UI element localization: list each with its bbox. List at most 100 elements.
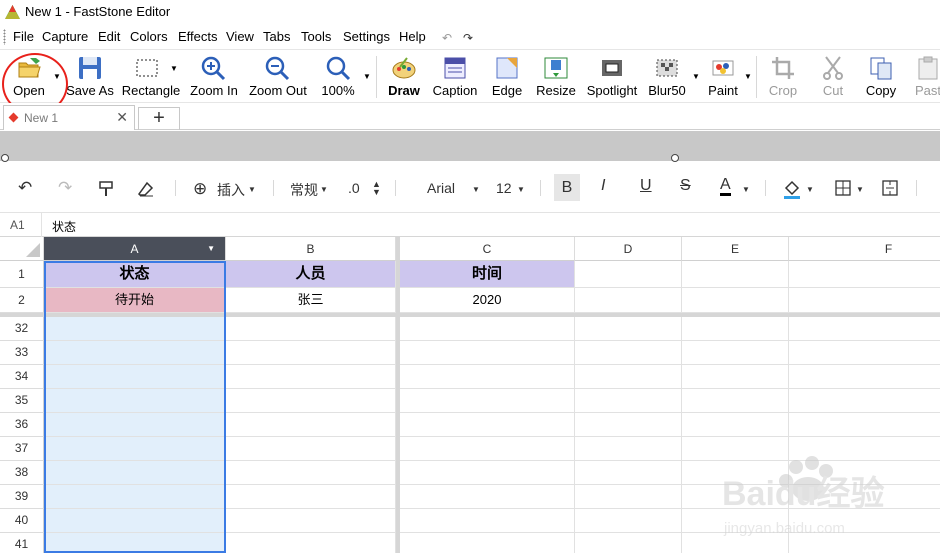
sheet-redo-icon[interactable]: ↷ [58,178,72,198]
cell-e2[interactable] [682,288,789,313]
cell-a[interactable] [44,413,226,437]
row-header-1[interactable]: 1 [0,261,44,288]
edge-button[interactable]: Edge [488,50,526,104]
cell-f[interactable] [789,341,940,365]
menu-help[interactable]: Help [399,29,426,44]
font-size-select[interactable]: 12 [496,180,512,196]
cell-a[interactable] [44,389,226,413]
cell-b[interactable] [226,485,396,509]
cell-a[interactable] [44,509,226,533]
borders-dropdown-icon[interactable]: ▼ [856,185,864,194]
cell-f[interactable] [789,533,940,553]
cell-d[interactable] [575,533,682,553]
zoom-100-button[interactable]: 100% [318,50,358,104]
size-dropdown-icon[interactable]: ▼ [517,185,525,194]
tab-new-1[interactable]: New 1 ✕ [3,105,135,130]
cell-c2[interactable]: 2020 [400,288,575,313]
cell-e[interactable] [682,413,789,437]
insert-menu[interactable]: 插入 [217,180,245,200]
cell-e[interactable] [682,341,789,365]
column-header-b[interactable]: B [226,237,396,261]
menu-file[interactable]: File [13,29,34,44]
paint-button[interactable]: Paint [704,50,742,104]
column-header-a[interactable]: A ▼ [44,237,226,261]
strikethrough-button[interactable]: S [680,177,691,195]
cell-b[interactable] [226,389,396,413]
cell-d[interactable] [575,509,682,533]
decimal-stepper-icon[interactable]: ▲ ▼ [372,180,381,197]
cell-a2[interactable]: 待开始 [44,288,226,313]
cell-c[interactable] [400,341,575,365]
resize-handle-top[interactable] [671,154,679,162]
row-header[interactable]: 32 [0,317,44,341]
row-header[interactable]: 33 [0,341,44,365]
cell-e[interactable] [682,533,789,553]
cell-f[interactable] [789,389,940,413]
merge-cells-icon[interactable] [882,180,898,196]
cell-c[interactable] [400,509,575,533]
column-header-d[interactable]: D [575,237,682,261]
column-header-c[interactable]: C [400,237,575,261]
cell-b[interactable] [226,437,396,461]
fill-dropdown-icon[interactable]: ▼ [806,185,814,194]
font-color-button[interactable]: A [720,176,731,196]
menu-tools[interactable]: Tools [301,29,331,44]
cell-a[interactable] [44,461,226,485]
row-header[interactable]: 34 [0,365,44,389]
format-dropdown-icon[interactable]: ▼ [320,185,328,194]
cell-e[interactable] [682,365,789,389]
cell-b[interactable] [226,509,396,533]
cell-b[interactable] [226,341,396,365]
cell-d[interactable] [575,389,682,413]
cell-reference[interactable]: A1 [0,213,42,237]
row-header[interactable]: 39 [0,485,44,509]
italic-button[interactable]: I [601,177,605,195]
zoom-dropdown-icon[interactable]: ▼ [363,72,371,81]
cut-button[interactable]: Cut [816,50,850,104]
cell-e1[interactable] [682,261,789,288]
cell-e[interactable] [682,485,789,509]
redo-icon[interactable]: ↷ [463,31,473,45]
insert-plus-icon[interactable]: ⊕ [193,179,207,199]
rectangle-button[interactable]: Rectangle [120,50,182,104]
copy-button[interactable]: Copy [862,50,900,104]
fill-color-icon[interactable] [783,179,801,199]
menu-colors[interactable]: Colors [130,29,168,44]
cell-a[interactable] [44,317,226,341]
menu-tabs[interactable]: Tabs [263,29,290,44]
cell-c[interactable] [400,461,575,485]
row-header[interactable]: 41 [0,533,44,553]
cell-c[interactable] [400,413,575,437]
row-header[interactable]: 35 [0,389,44,413]
select-all-corner[interactable] [0,237,44,261]
cell-d[interactable] [575,461,682,485]
cell-b[interactable] [226,461,396,485]
font-dropdown-icon[interactable]: ▼ [472,185,480,194]
sheet-undo-icon[interactable]: ↶ [18,178,32,198]
bold-button[interactable]: B [554,174,580,201]
menu-view[interactable]: View [226,29,254,44]
eraser-icon[interactable] [138,181,154,197]
cell-c[interactable] [400,485,575,509]
blur-dropdown-icon[interactable]: ▼ [692,72,700,81]
menu-capture[interactable]: Capture [42,29,88,44]
paste-button[interactable]: Past [912,50,940,104]
column-header-f[interactable]: F [789,237,940,261]
row-header[interactable]: 40 [0,509,44,533]
cell-c[interactable] [400,389,575,413]
row-header[interactable]: 37 [0,437,44,461]
cell-f[interactable] [789,509,940,533]
format-painter-icon[interactable] [98,181,114,197]
crop-button[interactable]: Crop [764,50,802,104]
menu-edit[interactable]: Edit [98,29,120,44]
underline-button[interactable]: U [640,177,652,195]
formula-input[interactable]: 状态 [52,218,76,235]
cell-d[interactable] [575,317,682,341]
cell-c[interactable] [400,437,575,461]
column-header-e[interactable]: E [682,237,789,261]
cell-c[interactable] [400,317,575,341]
spotlight-button[interactable]: Spotlight [584,50,640,104]
zoom-out-button[interactable]: Zoom Out [246,50,310,104]
cell-b[interactable] [226,533,396,553]
cell-f[interactable] [789,365,940,389]
